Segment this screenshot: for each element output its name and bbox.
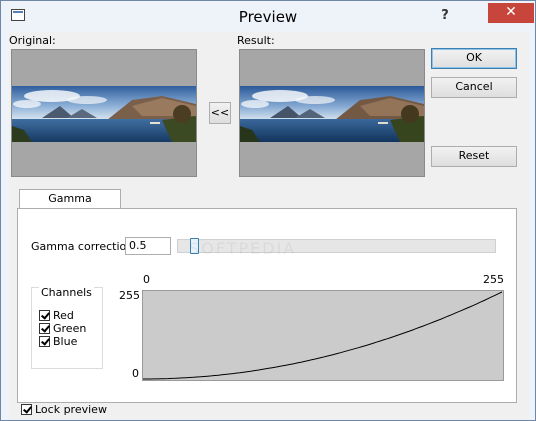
dialog-client: Original: << Result: OK Cancel Reset Gam…: [9, 32, 529, 420]
channel-red-label: Red: [53, 309, 74, 322]
original-panorama-image: [12, 86, 196, 142]
checkbox-check-icon[interactable]: [39, 310, 50, 321]
gamma-curve-line: [143, 291, 503, 380]
help-button[interactable]: ?: [432, 6, 458, 26]
lock-preview-checkbox[interactable]: Lock preview: [21, 403, 107, 416]
reset-button[interactable]: Reset: [431, 146, 517, 167]
channels-title: Channels: [39, 286, 94, 299]
result-label: Result:: [237, 34, 275, 47]
ok-button[interactable]: OK: [431, 48, 517, 69]
checkbox-check-icon[interactable]: [39, 323, 50, 334]
curve-y-min-label: 0: [132, 367, 139, 380]
gamma-slider-thumb[interactable]: [190, 238, 199, 254]
channel-green-label: Green: [53, 322, 87, 335]
title-bar: Preview ? ✕: [2, 2, 534, 32]
curve-x-min-label: 0: [143, 273, 150, 286]
checkbox-check-icon[interactable]: [39, 336, 50, 347]
gamma-slider[interactable]: [177, 238, 496, 254]
gamma-value-input[interactable]: 0.5: [125, 237, 171, 255]
lock-preview-label: Lock preview: [35, 403, 107, 416]
result-preview: [239, 49, 425, 177]
gamma-curve-plot: [142, 290, 504, 381]
gamma-curve-svg: [143, 291, 503, 380]
channel-blue-checkbox[interactable]: Blue: [39, 335, 77, 348]
cancel-button[interactable]: Cancel: [431, 77, 517, 98]
close-button[interactable]: ✕: [488, 3, 534, 23]
checkbox-check-icon[interactable]: [21, 404, 32, 415]
original-label: Original:: [9, 34, 56, 47]
curve-y-max-label: 255: [119, 289, 140, 302]
copy-result-button[interactable]: <<: [209, 102, 231, 124]
result-panorama-image: [240, 86, 424, 142]
tab-gamma-correction[interactable]: Gamma correction: [19, 189, 121, 223]
channel-green-checkbox[interactable]: Green: [39, 322, 86, 335]
channel-red-checkbox[interactable]: Red: [39, 309, 74, 322]
preview-dialog: Preview ? ✕ Original: << Result: OK Canc…: [0, 0, 536, 421]
channel-blue-label: Blue: [53, 335, 78, 348]
original-preview: [11, 49, 197, 177]
curve-x-max-label: 255: [483, 273, 504, 286]
gamma-label: Gamma correction: [31, 240, 134, 253]
